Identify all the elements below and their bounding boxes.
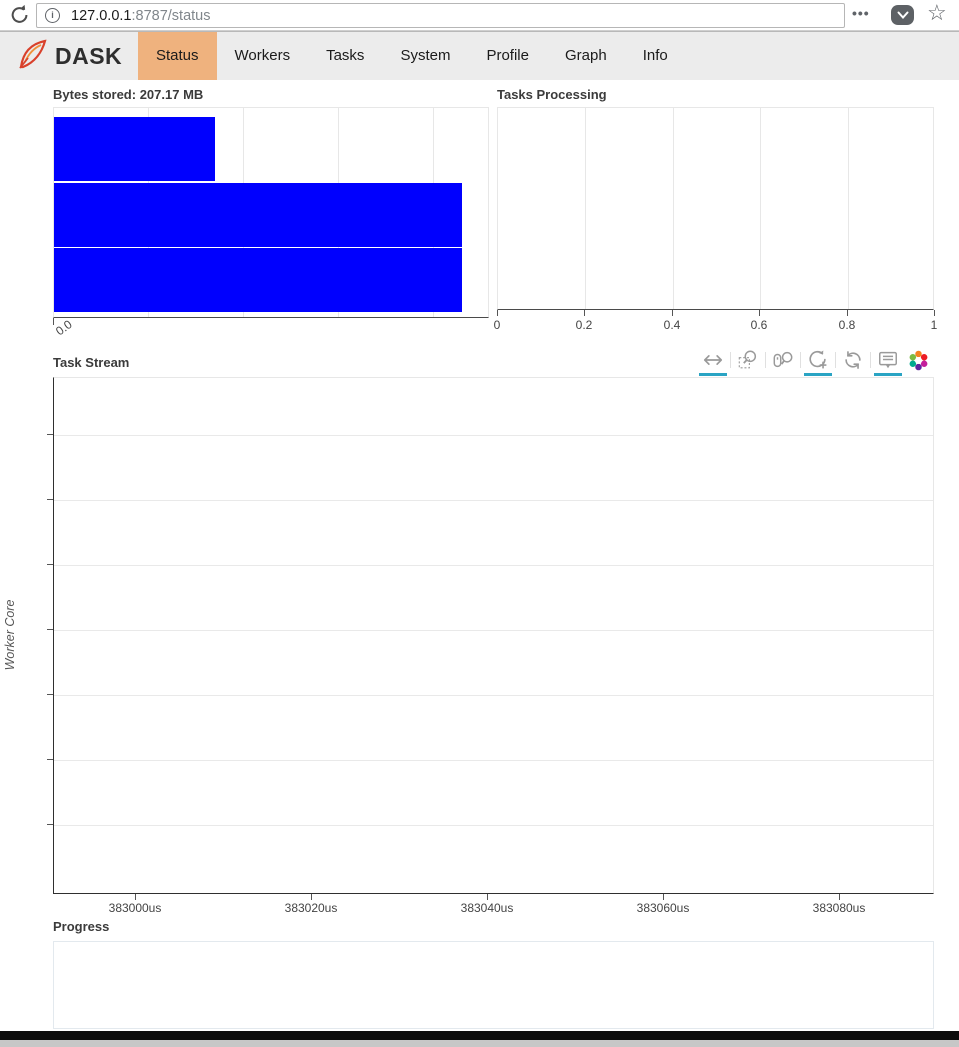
task-stream-gridline — [54, 630, 933, 631]
task-stream-gridline — [54, 825, 933, 826]
tasks-processing-tick — [759, 310, 760, 316]
task-stream-x-tick-label: 383040us — [447, 901, 527, 915]
toolbar-separator — [835, 352, 836, 368]
tab-graph[interactable]: Graph — [547, 32, 625, 80]
toolbar-separator — [800, 352, 801, 368]
wheel-zoom-tool-icon[interactable] — [771, 348, 795, 372]
task-stream-gridline — [54, 695, 933, 696]
tab-profile[interactable]: Profile — [468, 32, 547, 80]
task-stream-y-tick — [47, 499, 53, 500]
progress-chart: Progress — [53, 919, 934, 1031]
task-stream-gridline — [54, 565, 933, 566]
nav-tabs: StatusWorkersTasksSystemProfileGraphInfo — [138, 32, 686, 80]
browser-toolbar: i 127.0.0.1 :8787/status ••• ☆ — [0, 0, 959, 31]
tasks-processing-tick-label: 1 — [914, 318, 954, 332]
pan-x-tool-icon[interactable] — [701, 348, 725, 372]
tasks-processing-tick-label: 0.2 — [564, 318, 604, 332]
xwheel-zoom-tool-icon[interactable] — [806, 348, 830, 372]
task-stream-x-tick — [487, 894, 488, 900]
window-bottom-bar — [0, 1031, 959, 1040]
task-stream-y-tick — [47, 759, 53, 760]
dask-nav-bar: DASK StatusWorkersTasksSystemProfileGrap… — [0, 31, 959, 80]
tasks-processing-tick-label: 0 — [477, 318, 517, 332]
task-stream-gridline — [54, 760, 933, 761]
task-stream-y-tick — [47, 824, 53, 825]
tasks-processing-tick-label: 0.8 — [827, 318, 867, 332]
dask-dashboard-page: i 127.0.0.1 :8787/status ••• ☆ DASK Stat… — [0, 0, 959, 1047]
tasks-processing-gridline — [760, 108, 761, 309]
tasks-processing-tick — [497, 310, 498, 316]
box-zoom-tool-icon[interactable] — [736, 348, 760, 372]
task-stream-gridline — [54, 435, 933, 436]
reload-icon[interactable] — [9, 4, 31, 26]
desktop-edge-strip — [0, 1040, 959, 1047]
url-path: :8787/status — [131, 8, 210, 24]
tab-system[interactable]: System — [382, 32, 468, 80]
dask-leaf-icon — [16, 38, 50, 75]
tasks-processing-gridline — [585, 108, 586, 309]
bokeh-toolbar — [698, 345, 933, 375]
hover-tool-icon[interactable] — [876, 348, 900, 372]
bookmark-star-icon[interactable]: ☆ — [927, 0, 947, 26]
bytes-axis-label: 0.0 — [53, 317, 75, 338]
task-stream-y-axis-label: Worker Core — [3, 600, 17, 671]
task-stream-plot[interactable] — [53, 377, 934, 894]
more-menu-icon[interactable]: ••• — [852, 5, 870, 21]
tasks-processing-tick — [584, 310, 585, 316]
task-stream-x-tick-label: 383020us — [271, 901, 351, 915]
tasks-processing-plot[interactable] — [497, 107, 934, 310]
info-icon[interactable]: i — [45, 8, 60, 23]
bytes-stored-title: Bytes stored: 207.17 MB — [53, 87, 203, 102]
bytes-bar — [54, 117, 215, 181]
task-stream-x-tick-label: 383000us — [95, 901, 175, 915]
bytes-bar — [54, 183, 462, 247]
tasks-processing-tick — [934, 310, 935, 316]
task-stream-x-tick-label: 383060us — [623, 901, 703, 915]
tab-info[interactable]: Info — [625, 32, 686, 80]
task-stream-y-tick — [47, 629, 53, 630]
tasks-processing-title: Tasks Processing — [497, 87, 607, 102]
task-stream-x-tick — [839, 894, 840, 900]
task-stream-chart: Task Stream Worker Core 383000us 383020us… — [0, 355, 959, 917]
tasks-processing-chart: Tasks Processing 00.20.40.60.81 — [497, 87, 934, 342]
bytes-stored-chart: Bytes stored: 207.17 MB 0.0 — [53, 87, 489, 347]
pocket-icon[interactable] — [891, 5, 914, 25]
task-stream-title: Task Stream — [53, 355, 129, 370]
tab-status[interactable]: Status — [138, 32, 217, 80]
task-stream-y-tick — [47, 434, 53, 435]
tab-tasks[interactable]: Tasks — [308, 32, 382, 80]
task-stream-x-tick — [663, 894, 664, 900]
tasks-processing-tick-label: 0.4 — [652, 318, 692, 332]
tasks-processing-tick — [847, 310, 848, 316]
task-stream-y-tick — [47, 694, 53, 695]
task-stream-gridline — [54, 500, 933, 501]
bytes-bar — [54, 248, 462, 312]
tab-workers[interactable]: Workers — [217, 32, 309, 80]
toolbar-separator — [870, 352, 871, 368]
url-bar[interactable]: i 127.0.0.1 :8787/status — [36, 3, 845, 28]
progress-title: Progress — [53, 919, 109, 934]
task-stream-x-tick — [135, 894, 136, 900]
progress-plot[interactable] — [53, 941, 934, 1029]
url-host: 127.0.0.1 — [71, 8, 131, 24]
task-stream-x-tick — [311, 894, 312, 900]
task-stream-y-tick — [47, 564, 53, 565]
tasks-processing-tick-label: 0.6 — [739, 318, 779, 332]
toolbar-separator — [765, 352, 766, 368]
reset-tool-icon[interactable] — [841, 348, 865, 372]
tasks-processing-gridline — [848, 108, 849, 309]
dask-logo: DASK — [16, 32, 122, 80]
dask-logo-text: DASK — [55, 43, 122, 70]
bytes-axis-tick — [53, 318, 54, 325]
tasks-processing-tick — [672, 310, 673, 316]
bokeh-logo-icon[interactable] — [906, 348, 930, 372]
task-stream-x-tick-label: 383080us — [799, 901, 879, 915]
tasks-processing-gridline — [673, 108, 674, 309]
toolbar-separator — [730, 352, 731, 368]
bytes-stored-plot[interactable] — [53, 107, 489, 318]
